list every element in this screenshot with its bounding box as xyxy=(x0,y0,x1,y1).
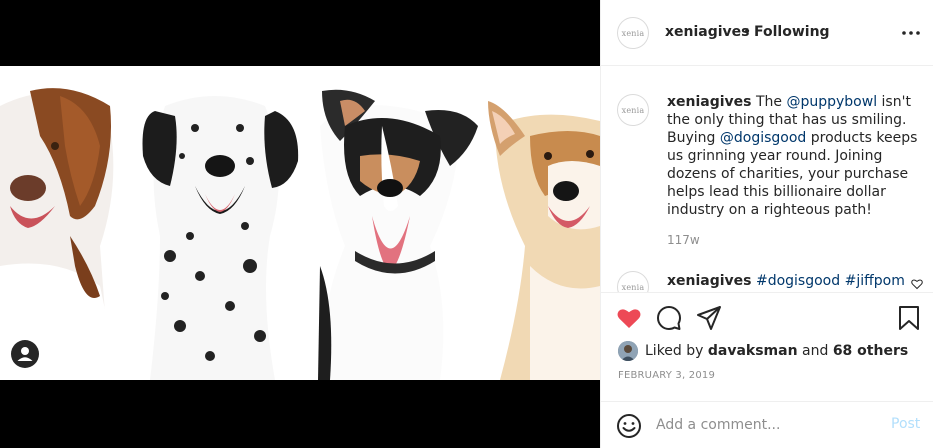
post-button[interactable]: Post xyxy=(891,416,920,432)
heart-filled-icon[interactable] xyxy=(616,305,642,331)
comment-input[interactable] xyxy=(656,414,876,436)
mention-link[interactable]: @dogisgood xyxy=(720,130,806,146)
comment-username[interactable]: xeniagives xyxy=(667,94,752,110)
likes-count-link[interactable]: 68 others xyxy=(833,343,908,359)
comment-icon[interactable] xyxy=(656,305,682,331)
caption-text: xeniagives The @puppybowl isn't the only… xyxy=(667,93,925,219)
avatar-text: xenia xyxy=(621,28,645,38)
dog-aussie xyxy=(0,88,120,380)
post-panel: xenia xeniagives • Following xenia xenia… xyxy=(600,0,933,448)
avatar[interactable]: xenia xyxy=(617,94,649,126)
likes-text: Liked by davaksman and 68 others xyxy=(645,343,908,359)
emoji-icon[interactable] xyxy=(616,413,642,439)
avatar[interactable] xyxy=(618,341,638,361)
comment-username[interactable]: xeniagives xyxy=(667,273,752,289)
likes-prefix: Liked by xyxy=(645,343,708,359)
bookmark-icon[interactable] xyxy=(896,305,922,331)
avatar[interactable]: xenia xyxy=(617,17,649,49)
likes-middle: and xyxy=(797,343,833,359)
paper-plane-icon[interactable] xyxy=(696,305,722,331)
post-media xyxy=(0,0,600,448)
hashtag-link[interactable]: #jiffpom xyxy=(845,273,905,289)
add-comment-bar: Post xyxy=(601,401,933,448)
comment-like-icon[interactable] xyxy=(911,278,923,290)
post-header: xenia xeniagives • Following xyxy=(601,0,933,66)
caption-text-part: The xyxy=(751,94,787,110)
post-photo[interactable] xyxy=(0,66,600,380)
mention-link[interactable]: @puppybowl xyxy=(786,94,877,110)
following-button[interactable]: Following xyxy=(754,24,830,40)
dogs-photo-illustration xyxy=(0,66,600,380)
comment-timestamp[interactable]: 117w xyxy=(667,233,700,247)
header-username[interactable]: xeniagives xyxy=(665,24,750,40)
post-date[interactable]: FEBRUARY 3, 2019 xyxy=(618,370,715,381)
more-horizontal-icon[interactable] xyxy=(900,22,922,44)
hashtag-link[interactable]: #dogisgood xyxy=(756,273,840,289)
likes-summary: Liked by davaksman and 68 others xyxy=(618,340,908,362)
user-tag-icon[interactable] xyxy=(11,340,39,368)
header-separator: • xyxy=(743,24,752,40)
avatar[interactable]: xenia xyxy=(617,271,649,292)
liker-photo-illustration xyxy=(618,341,638,361)
comment-text: xeniagives #dogisgood #jiffpom xyxy=(667,272,907,290)
post-actions: Liked by davaksman and 68 others FEBRUAR… xyxy=(601,292,933,447)
avatar-text: xenia xyxy=(621,282,645,292)
avatar-text: xenia xyxy=(621,105,645,115)
liker-username[interactable]: davaksman xyxy=(708,343,798,359)
comments-list: xenia xeniagives The @puppybowl isn't th… xyxy=(601,66,933,292)
